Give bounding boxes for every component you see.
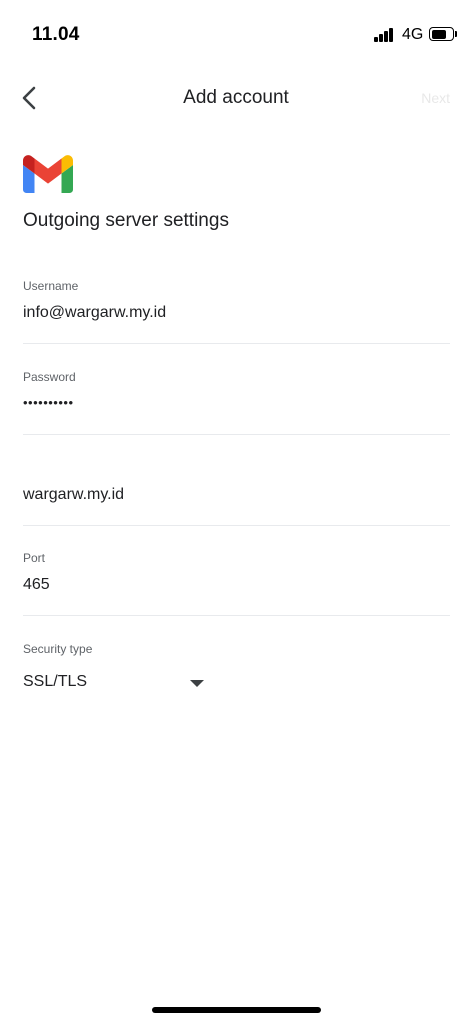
battery-icon xyxy=(429,27,454,41)
status-bar: 11.04 4G xyxy=(0,0,472,70)
password-value[interactable]: •••••••••• xyxy=(23,395,450,410)
dropdown-arrow-icon xyxy=(190,680,204,687)
gmail-logo xyxy=(23,155,73,193)
smtp-server-field[interactable]: wargarw.my.id xyxy=(23,486,450,526)
username-field[interactable]: Username info@wargarw.my.id xyxy=(23,279,450,344)
status-time: 11.04 xyxy=(32,24,80,45)
app-bar: Add account Next xyxy=(0,76,472,120)
security-type-field: Security type SSL/TLS xyxy=(23,642,223,697)
network-type: 4G xyxy=(402,26,424,43)
port-value[interactable]: 465 xyxy=(23,576,450,594)
port-field[interactable]: Port 465 xyxy=(23,551,450,616)
password-label: Password xyxy=(23,370,76,384)
next-button[interactable]: Next xyxy=(421,90,450,106)
cellular-signal-icon xyxy=(374,28,396,42)
section-heading: Outgoing server settings xyxy=(23,210,229,231)
security-type-label: Security type xyxy=(23,642,93,656)
page-title: Add account xyxy=(183,87,289,108)
security-type-dropdown[interactable]: SSL/TLS xyxy=(23,673,205,697)
security-type-value: SSL/TLS xyxy=(23,673,88,690)
port-label: Port xyxy=(23,551,46,565)
battery-cap xyxy=(455,31,457,37)
smtp-server-value[interactable]: wargarw.my.id xyxy=(23,486,450,504)
password-field[interactable]: Password •••••••••• xyxy=(23,370,450,435)
username-value[interactable]: info@wargarw.my.id xyxy=(23,304,450,322)
username-label: Username xyxy=(23,279,79,293)
home-indicator[interactable] xyxy=(152,1007,321,1013)
